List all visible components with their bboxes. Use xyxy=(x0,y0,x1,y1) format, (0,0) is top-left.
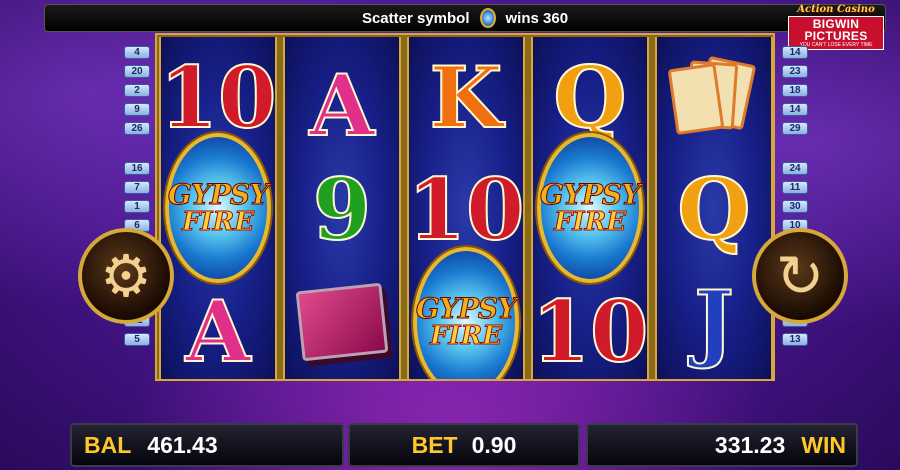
book-icon xyxy=(295,282,389,362)
reel-3: K 10 GYPSY FIRE xyxy=(407,37,525,379)
payline-number: 2 xyxy=(124,84,150,97)
logo-main-text: BIGWIN PICTURES xyxy=(804,17,868,43)
payline-number: 11 xyxy=(782,181,808,194)
symbol-ace: A xyxy=(184,282,251,379)
payline-number: 20 xyxy=(124,65,150,78)
symbol-ace: A xyxy=(308,56,375,155)
payline-number: 4 xyxy=(124,46,150,59)
reel-4: Q GYPSY FIRE 10 xyxy=(531,37,649,379)
payline-number: 18 xyxy=(782,84,808,97)
balance-panel: BAL 461.43 xyxy=(70,423,344,467)
payline-number: 13 xyxy=(782,333,808,346)
card-shape xyxy=(667,62,725,136)
payline-number: 7 xyxy=(124,181,150,194)
win-message-bar: Scatter symbol wins 360 xyxy=(44,4,886,32)
reel-2: A 9 xyxy=(283,37,401,379)
payline-number: 24 xyxy=(782,162,808,175)
paylines-right: 14 23 18 14 29 xyxy=(782,46,812,141)
payline-number: 14 xyxy=(782,46,808,59)
payline-number: 26 xyxy=(124,122,150,135)
bet-panel[interactable]: BET 0.90 xyxy=(348,423,580,467)
bet-label: BET xyxy=(411,431,458,458)
gypsy-fire-wild-symbol: GYPSY FIRE xyxy=(165,133,271,283)
payline-number: 16 xyxy=(124,162,150,175)
reel-5: Q J xyxy=(655,37,773,379)
symbol-king: K xyxy=(428,48,503,147)
payline-number: 5 xyxy=(124,333,150,346)
paylines-left-mid: 16 7 1 6 xyxy=(124,162,154,238)
payline-number: 14 xyxy=(782,103,808,116)
message-text-after: wins 360 xyxy=(505,9,569,27)
reel-frame: 10 GYPSY FIRE A A 9 K 10 GYPSY FIRE Q GY… xyxy=(155,33,775,381)
fortune-cards-symbol xyxy=(657,43,771,153)
symbol-queen: Q xyxy=(676,160,751,259)
spin-arrow-icon: ↻ xyxy=(775,242,825,310)
payline-number: 23 xyxy=(782,65,808,78)
paylines-left: 4 20 2 9 26 xyxy=(124,46,154,141)
settings-button[interactable]: ⚙ xyxy=(78,228,174,324)
book-symbol xyxy=(285,267,399,377)
gypsy-fire-wild-symbol: GYPSY FIRE xyxy=(537,133,643,283)
payline-number: 29 xyxy=(782,122,808,135)
gypsy-fire-wild-symbol: GYPSY FIRE xyxy=(413,247,519,379)
balance-value: 461.43 xyxy=(147,431,218,458)
balance-label: BAL xyxy=(84,431,132,458)
scatter-symbol-icon xyxy=(479,8,496,28)
win-label: WIN xyxy=(801,431,846,458)
win-panel: 331.23 WIN xyxy=(586,423,858,467)
reel-1: 10 GYPSY FIRE A xyxy=(159,37,277,379)
paylines-right-mid: 24 11 30 10 xyxy=(782,162,812,238)
gear-icon: ⚙ xyxy=(100,242,152,310)
logo-top-line: Action Casino xyxy=(797,4,875,15)
symbol-ten: 10 xyxy=(531,282,649,379)
payline-number: 9 xyxy=(124,103,150,116)
symbol-nine: 9 xyxy=(312,160,372,259)
cards-icon xyxy=(666,55,762,138)
logo-box: BIGWIN PICTURES YOU CAN'T LOSE EVERY TIM… xyxy=(788,16,884,50)
message-text-before: Scatter symbol xyxy=(361,9,470,27)
payline-number: 30 xyxy=(782,200,808,213)
win-value: 331.23 xyxy=(714,431,786,458)
payline-number: 1 xyxy=(124,200,150,213)
spin-button[interactable]: ↻ xyxy=(752,228,848,324)
bet-value: 0.90 xyxy=(471,431,517,458)
